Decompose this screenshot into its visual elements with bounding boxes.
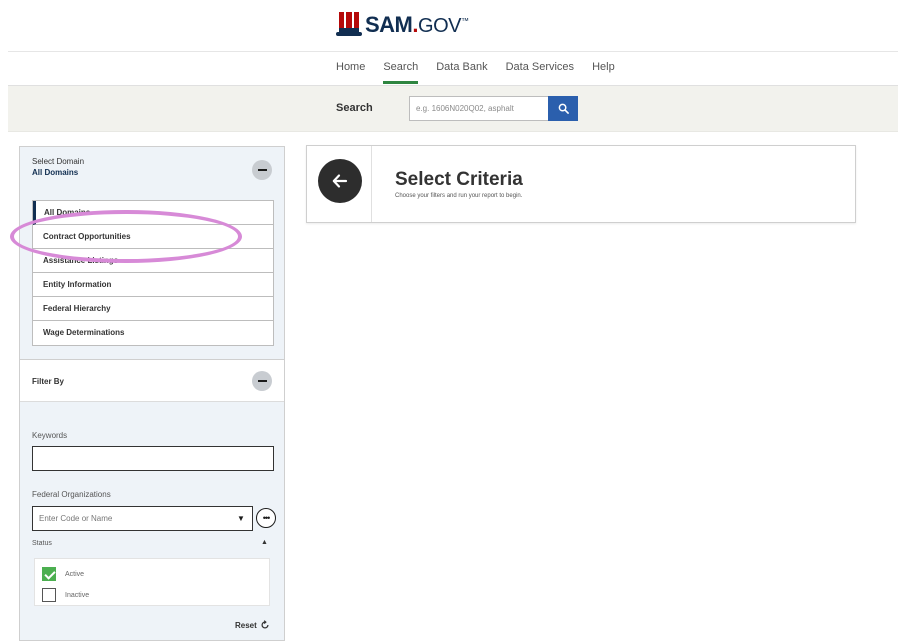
domain-current-value: All Domains (32, 168, 79, 177)
domain-item-all-domains[interactable]: All Domains (33, 201, 273, 225)
status-inactive-checkbox[interactable] (42, 588, 56, 602)
card-divider (371, 146, 372, 222)
reset-label: Reset (235, 620, 257, 630)
status-label: Status (32, 540, 52, 547)
filter-section-header: Filter By (20, 360, 284, 402)
filter-sidebar: Select Domain All Domains All Domains Co… (19, 146, 285, 641)
filter-collapse-button[interactable] (252, 371, 272, 391)
minus-icon (257, 169, 267, 171)
federal-organizations-input[interactable] (32, 506, 253, 531)
status-collapse-caret-icon[interactable]: ▲ (261, 539, 268, 546)
sam-logo[interactable]: SAM.GOV™ (336, 10, 469, 40)
header-divider (8, 51, 898, 52)
domain-item-assistance-listings[interactable]: Assistance Listings (33, 249, 273, 273)
select-criteria-card: Select Criteria Choose your filters and … (306, 145, 856, 223)
page-title: Select Criteria (395, 169, 523, 190)
status-active-label: Active (65, 571, 85, 578)
domain-item-federal-hierarchy[interactable]: Federal Hierarchy (33, 297, 273, 321)
refresh-icon (261, 620, 269, 629)
search-button[interactable] (548, 96, 578, 121)
nav-data-bank[interactable]: Data Bank (436, 61, 487, 81)
domain-list: All Domains Contract Opportunities Assis… (32, 200, 274, 346)
nav-data-services[interactable]: Data Services (506, 61, 574, 81)
nav-help[interactable]: Help (592, 61, 615, 81)
status-active-checkbox[interactable] (42, 567, 56, 581)
filter-title: Filter By (32, 377, 65, 386)
keywords-label: Keywords (32, 431, 68, 440)
reset-button[interactable]: Reset (235, 620, 270, 630)
ellipsis-icon: ••• (262, 512, 271, 523)
federal-organizations-label: Federal Organizations (32, 490, 111, 499)
nav-home[interactable]: Home (336, 61, 365, 81)
search-label: Search (336, 102, 373, 114)
main-nav: Home Search Data Bank Data Services Help (336, 61, 633, 84)
uncle-sam-hat-icon (336, 12, 362, 38)
logo-wordmark: SAM.GOV™ (365, 12, 469, 37)
domain-item-entity-information[interactable]: Entity Information (33, 273, 273, 297)
domain-item-wage-determinations[interactable]: Wage Determinations (33, 321, 273, 345)
nav-search[interactable]: Search (383, 61, 418, 84)
arrow-left-icon (332, 174, 348, 188)
search-icon (558, 103, 569, 114)
search-input[interactable] (409, 96, 549, 121)
back-button[interactable] (318, 159, 362, 203)
page-subtitle: Choose your filters and run your report … (395, 193, 523, 199)
minus-icon (257, 380, 267, 382)
status-inactive-label: Inactive (65, 592, 90, 599)
keywords-input[interactable] (32, 446, 274, 471)
domain-item-contract-opportunities[interactable]: Contract Opportunities (33, 225, 273, 249)
more-options-button[interactable]: ••• (256, 508, 276, 528)
dropdown-caret-icon[interactable]: ▼ (237, 514, 245, 523)
domain-collapse-button[interactable] (252, 160, 272, 180)
domain-title: Select Domain (32, 157, 85, 166)
domain-section-header: Select Domain All Domains (20, 147, 284, 191)
